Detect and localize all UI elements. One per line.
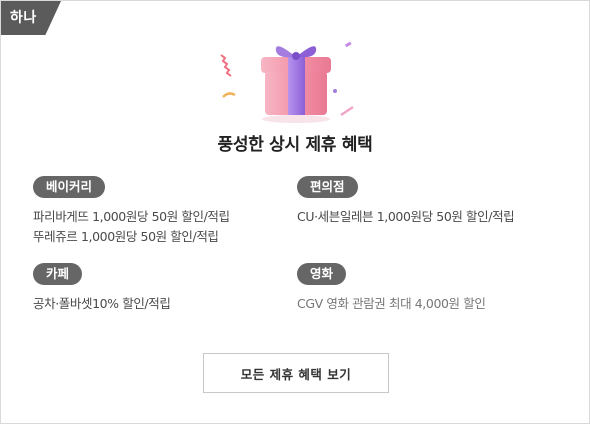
category-badge-convenience-store: 편의점 <box>297 176 358 198</box>
benefits-title: 풍성한 상시 제휴 혜택 <box>217 135 373 155</box>
benefit-line: CGV 영화 관람권 최대 4,000원 할인 <box>297 296 486 311</box>
benefit-line: CU·세븐일레븐 1,000원당 50원 할인/적립 <box>297 209 515 224</box>
benefit-cafe: 카페 공차·폴바셋10% 할인/적립 <box>33 263 293 314</box>
benefit-line: 뚜레쥬르 1,000원당 50원 할인/적립 <box>33 229 219 244</box>
category-badge-cafe: 카페 <box>33 263 83 285</box>
benefit-convenience-store: 편의점 CU·세븐일레븐 1,000원당 50원 할인/적립 <box>297 176 557 227</box>
benefit-bakery: 베이커리 파리바게뜨 1,000원당 50원 할인/적립 뚜레쥬르 1,000원… <box>33 176 293 247</box>
category-badge-movie: 영화 <box>297 263 347 285</box>
gift-box-icon <box>220 41 354 123</box>
benefit-movie: 영화 CGV 영화 관람권 최대 4,000원 할인 <box>297 263 557 314</box>
hana-corner-tag: 하나 <box>1 1 61 35</box>
benefit-card: 하나 풍성한 상시 제휴 혜택 베이커리 파리바게뜨 1,000원당 50원 할… <box>0 0 590 424</box>
benefit-line: 공차·폴바셋10% 할인/적립 <box>33 296 171 311</box>
view-all-benefits-button[interactable]: 모든 제휴 혜택 보기 <box>203 353 389 393</box>
category-badge-bakery: 베이커리 <box>33 176 106 198</box>
benefit-line: 파리바게뜨 1,000원당 50원 할인/적립 <box>33 209 230 224</box>
